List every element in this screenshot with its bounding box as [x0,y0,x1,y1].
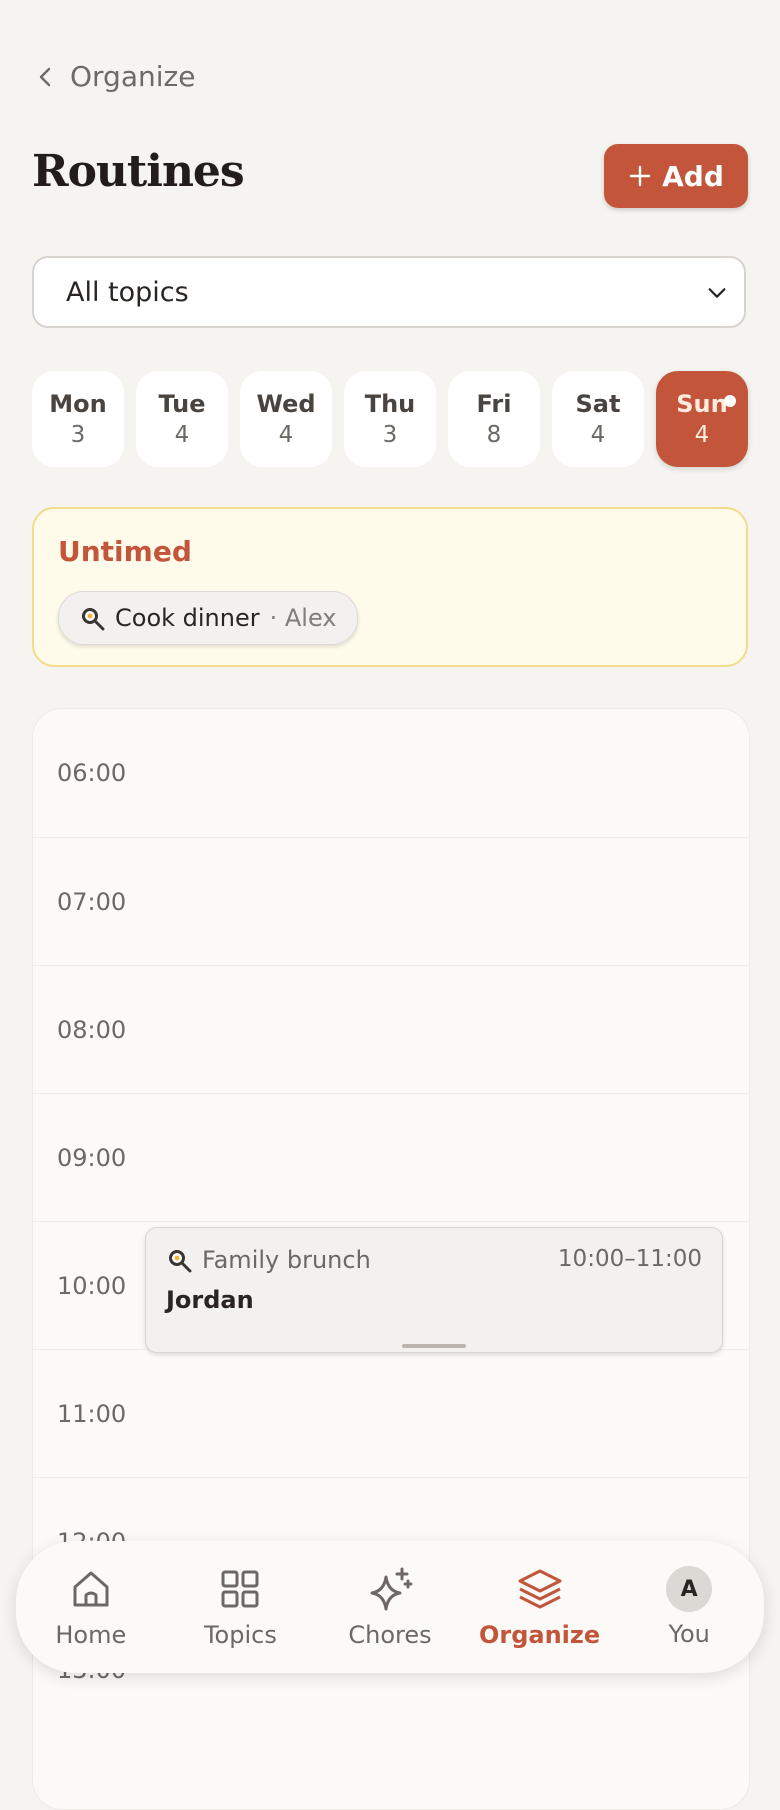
day-name: Sat [575,390,621,418]
topic-filter-value: All topics [66,276,189,308]
day-tab-sat[interactable]: Sat 4 [552,371,644,467]
hour-slot[interactable]: 09:00 [33,1093,749,1221]
timeline-event-card[interactable]: Family brunch 10:00–11:00 Jordan [145,1227,723,1353]
hour-label: 09:00 [57,1143,127,1172]
day-tab-thu[interactable]: Thu 3 [344,371,436,467]
day-selector: Mon 3 Tue 4 Wed 4 Thu 3 Fri 8 Sat 4 Sun … [32,371,748,467]
day-count: 3 [382,422,398,448]
today-indicator-dot [724,395,736,407]
hour-slot[interactable]: 07:00 [33,837,749,965]
nav-label: Topics [203,1621,277,1649]
nav-item-topics[interactable]: Topics [175,1565,305,1649]
routine-name: Cook dinner [115,604,260,632]
chevron-down-icon [708,288,726,298]
day-tab-fri[interactable]: Fri 8 [448,371,540,467]
add-button[interactable]: Add [604,144,748,208]
nav-label: Home [55,1621,127,1649]
hour-slot[interactable]: 06:00 [33,709,749,837]
day-name: Tue [158,390,206,418]
day-tab-wed[interactable]: Wed 4 [240,371,332,467]
hour-slot[interactable]: 08:00 [33,965,749,1093]
event-title-row: Family brunch [166,1246,371,1274]
hour-label: 08:00 [57,1015,127,1044]
bottom-navigation: Home Topics Chores Organize A You [16,1541,764,1673]
grid-icon [221,1570,259,1608]
add-button-label: Add [662,159,724,193]
nav-label: Organize [478,1621,601,1649]
day-count: 8 [486,422,502,448]
day-name: Thu [364,390,416,418]
day-count: 4 [278,422,294,448]
event-title: Family brunch [202,1246,371,1274]
avatar: A [666,1566,713,1612]
day-count: 4 [694,422,710,448]
day-name: Mon [49,390,107,418]
day-tab-mon[interactable]: Mon 3 [32,371,124,467]
event-time-range: 10:00–11:00 [557,1246,702,1272]
day-name: Fri [476,390,512,418]
untimed-section: Untimed Cook dinner · Alex [32,507,748,667]
hour-label: 10:00 [57,1271,127,1300]
day-count: 3 [70,422,86,448]
home-icon [73,1571,109,1607]
sparkle-icon [370,1567,413,1611]
hour-label: 06:00 [57,759,127,787]
layers-icon [518,1569,562,1609]
page-title: Routines [32,146,245,197]
untimed-routine-chip[interactable]: Cook dinner · Alex [58,591,358,645]
nav-item-home[interactable]: Home [26,1565,156,1649]
event-assignee: Jordan [166,1286,254,1314]
back-label: Organize [70,60,196,93]
hour-slot[interactable]: 11:00 [33,1349,749,1477]
day-count: 4 [590,422,606,448]
day-count: 4 [174,422,190,448]
untimed-title: Untimed [58,535,192,568]
hour-label: 11:00 [57,1399,127,1428]
nav-item-organize[interactable]: Organize [475,1565,605,1649]
nav-label: Chores [348,1621,432,1649]
day-tab-tue[interactable]: Tue 4 [136,371,228,467]
plus-icon [629,165,651,187]
cooking-pan-icon [169,1250,192,1273]
topic-filter-select[interactable]: All topics [32,256,746,328]
nav-item-you[interactable]: A You [624,1566,754,1648]
nav-item-chores[interactable]: Chores [325,1565,455,1649]
cooking-pan-icon [82,608,105,631]
day-name: Wed [256,390,316,418]
resize-handle[interactable] [402,1344,466,1348]
chevron-left-icon [39,67,51,86]
routine-assignee: · Alex [269,604,337,632]
day-tab-sun[interactable]: Sun 4 [656,371,748,467]
back-link[interactable]: Organize [34,60,195,93]
nav-label: You [668,1620,710,1648]
day-name: Sun [676,390,728,418]
hour-label: 07:00 [57,887,127,916]
